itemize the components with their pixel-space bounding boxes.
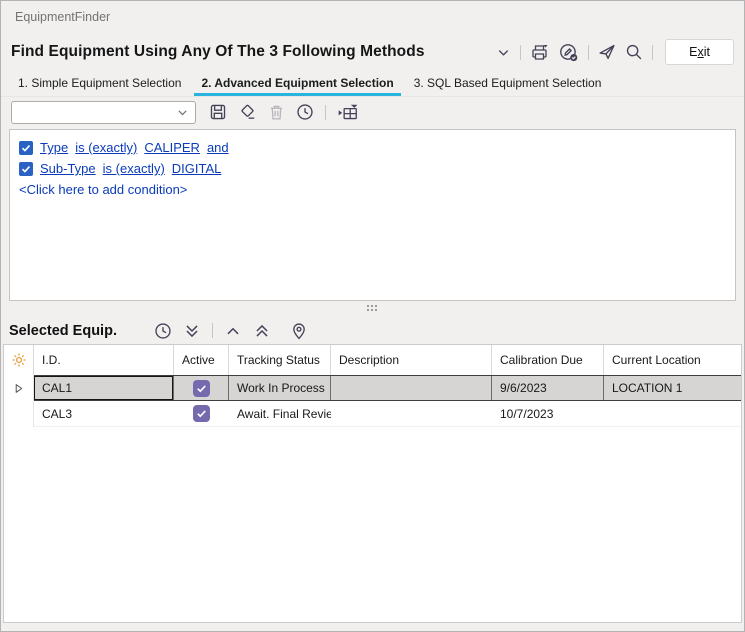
cell-calibration-due[interactable]: 10/7/2023 (492, 401, 604, 426)
column-header-current-location[interactable]: Current Location (604, 345, 741, 375)
grid-header-row: I.D. Active Tracking Status Description … (4, 345, 741, 375)
condition-value-link[interactable]: DIGITAL (172, 161, 222, 176)
saved-filter-combo[interactable] (11, 101, 196, 124)
sun-icon (11, 352, 27, 368)
splitter-grip-icon (367, 305, 379, 313)
selected-equip-label: Selected Equip. (9, 323, 117, 339)
panel-splitter[interactable] (1, 301, 744, 317)
condition-checkbox[interactable] (19, 162, 33, 176)
combo-chevron-down-icon (176, 106, 189, 119)
tab-sql-selection[interactable]: 3. SQL Based Equipment Selection (407, 71, 609, 96)
send-icon[interactable] (598, 43, 616, 61)
cell-current-location[interactable] (604, 401, 741, 426)
row-indicator (4, 401, 34, 427)
eraser-icon[interactable] (238, 103, 257, 121)
header-bar: Find Equipment Using Any Of The 3 Follow… (1, 33, 744, 71)
cell-id[interactable]: CAL1 (34, 376, 174, 400)
separator (212, 323, 213, 338)
cell-id[interactable]: CAL3 (34, 401, 174, 426)
current-row-arrow-icon (13, 383, 24, 394)
method-tabs: 1. Simple Equipment Selection 2. Advance… (1, 71, 744, 97)
condition-operator-link[interactable]: is (exactly) (75, 140, 137, 155)
equipment-finder-window: EquipmentFinder Find Equipment Using Any… (0, 0, 745, 632)
add-condition-link[interactable]: <Click here to add condition> (19, 182, 726, 197)
tab-simple-selection[interactable]: 1. Simple Equipment Selection (11, 71, 188, 96)
delete-icon (268, 104, 285, 121)
location-pin-icon[interactable] (290, 322, 308, 340)
window-title: EquipmentFinder (15, 10, 110, 24)
apply-to-grid-icon[interactable] (337, 103, 359, 122)
active-checkbox[interactable] (193, 380, 210, 397)
selected-equip-section-bar: Selected Equip. (1, 317, 744, 344)
condition-row: Type is (exactly) CALIPER and (19, 137, 726, 158)
cell-active[interactable] (174, 376, 229, 400)
tab-advanced-selection[interactable]: 2. Advanced Equipment Selection (194, 71, 400, 96)
double-chevron-up-icon[interactable] (253, 322, 271, 340)
page-title: Find Equipment Using Any Of The 3 Follow… (11, 43, 496, 61)
save-icon[interactable] (209, 103, 227, 121)
column-header-calibration-due[interactable]: Calibration Due (492, 345, 604, 375)
column-header-id[interactable]: I.D. (34, 345, 174, 375)
row-indicator (4, 375, 34, 401)
double-chevron-down-icon[interactable] (183, 322, 201, 340)
conditions-panel: Type is (exactly) CALIPER and Sub-Type i… (9, 129, 736, 301)
selected-equipment-grid: I.D. Active Tracking Status Description … (3, 344, 742, 623)
condition-field-link[interactable]: Type (40, 140, 68, 155)
cell-tracking-status[interactable]: Work In Process (229, 376, 331, 400)
condition-field-link[interactable]: Sub-Type (40, 161, 96, 176)
history-icon[interactable] (154, 322, 172, 340)
active-checkbox[interactable] (193, 405, 210, 422)
condition-value-link[interactable]: CALIPER (144, 140, 200, 155)
condition-conjunction-link[interactable]: and (207, 140, 229, 155)
chevron-up-icon[interactable] (224, 322, 242, 340)
separator (325, 105, 326, 120)
titlebar: EquipmentFinder (1, 1, 744, 33)
condition-checkbox[interactable] (19, 141, 33, 155)
column-header-active[interactable]: Active (174, 345, 229, 375)
grid-row-selector-header[interactable] (4, 345, 34, 375)
separator (652, 45, 653, 60)
cell-description[interactable] (331, 401, 492, 426)
cell-tracking-status[interactable]: Await. Final Review (229, 401, 331, 426)
edit-verified-icon[interactable] (559, 43, 579, 62)
condition-row: Sub-Type is (exactly) DIGITAL (19, 158, 726, 179)
print-icon[interactable] (530, 43, 550, 62)
search-icon[interactable] (625, 43, 643, 61)
cell-calibration-due[interactable]: 9/6/2023 (492, 376, 604, 400)
filter-toolbar (1, 97, 744, 127)
separator (588, 45, 589, 60)
separator (520, 45, 521, 60)
column-header-tracking-status[interactable]: Tracking Status (229, 345, 331, 375)
history-icon[interactable] (296, 103, 314, 121)
column-header-description[interactable]: Description (331, 345, 492, 375)
exit-button[interactable]: Exit (665, 39, 734, 65)
cell-active[interactable] (174, 401, 229, 426)
cell-description[interactable] (331, 376, 492, 400)
grid-row-cal1[interactable]: CAL1 Work In Process 9/6/2023 LOCATION 1 (4, 375, 741, 401)
cell-current-location[interactable]: LOCATION 1 (604, 376, 741, 400)
grid-row-cal3[interactable]: CAL3 Await. Final Review 10/7/2023 (4, 401, 741, 427)
chevron-down-icon[interactable] (496, 45, 511, 60)
condition-operator-link[interactable]: is (exactly) (103, 161, 165, 176)
